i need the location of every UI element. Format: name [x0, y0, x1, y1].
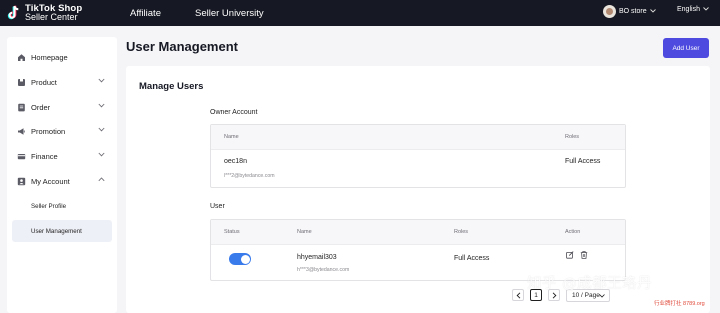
sidebar-item-product[interactable]: Product: [7, 73, 117, 91]
user-icon: [16, 176, 26, 186]
status-toggle[interactable]: [229, 253, 251, 265]
card-title: Manage Users: [139, 81, 204, 92]
language-selector[interactable]: English: [677, 6, 709, 13]
logo-subtitle: Seller Center: [25, 12, 78, 22]
page-title: User Management: [126, 39, 238, 54]
column-header-roles: Roles: [454, 229, 469, 235]
page-size-value: 10 / Page: [572, 292, 600, 299]
sidebar-item-label: Order: [31, 102, 51, 112]
watermark-text: 知乎 @成都王珞丹: [527, 276, 653, 292]
order-icon: [16, 102, 26, 112]
home-icon: [16, 52, 26, 62]
chevron-down-icon: [649, 8, 656, 15]
sidebar-item-finance[interactable]: Finance: [7, 147, 117, 165]
store-avatar: [603, 5, 616, 18]
sidebar-item-label: Finance: [31, 151, 58, 161]
owner-role: Full Access: [565, 158, 601, 165]
column-header-action: Action: [565, 229, 581, 235]
nav-seller-university[interactable]: Seller University: [195, 8, 264, 19]
store-name: BO store: [619, 8, 647, 15]
nav-affiliate[interactable]: Affiliate: [130, 8, 161, 19]
chevron-down-icon: [599, 294, 605, 298]
sidebar-item-label: Promotion: [31, 126, 66, 136]
chevron-down-icon: [98, 78, 105, 83]
sidebar-subitem-seller-profile[interactable]: Seller Profile: [12, 195, 112, 217]
column-header-name: Name: [297, 229, 312, 235]
table-header: Status Name Roles Action: [211, 220, 625, 245]
sidebar-item-label: My Account: [31, 176, 70, 186]
store-switcher[interactable]: BO store: [603, 5, 656, 18]
sidebar-item-my-account[interactable]: My Account: [7, 172, 117, 190]
sidebar-subitem-user-management[interactable]: User Management: [12, 220, 112, 242]
sidebar-item-promotion[interactable]: Promotion: [7, 122, 117, 140]
add-user-button[interactable]: Add User: [663, 38, 709, 58]
column-header-name: Name: [224, 134, 239, 140]
sidebar-item-order[interactable]: Order: [7, 98, 117, 116]
owner-account-label: Owner Account: [210, 109, 258, 116]
chevron-down-icon: [98, 127, 105, 132]
owner-name: oec18n: [224, 158, 247, 165]
column-header-status: Status: [224, 229, 240, 235]
owner-account-table: Name Roles oec18n l***2@bytedance.com Fu…: [210, 124, 626, 188]
language-label: English: [677, 6, 700, 13]
sidebar-item-label: Product: [31, 77, 57, 87]
sidebar-item-homepage[interactable]: Homepage: [7, 48, 117, 66]
chevron-down-icon: [703, 6, 709, 13]
tiktok-logo-icon: [7, 5, 21, 21]
watermark-subtext: 行业牌打社 8789.org: [654, 301, 705, 307]
user-role: Full Access: [454, 255, 490, 262]
user-section-label: User: [210, 203, 225, 210]
chevron-down-icon: [98, 103, 105, 108]
delete-icon[interactable]: [580, 251, 588, 259]
product-icon: [16, 77, 26, 87]
user-name: hhyemail303: [297, 254, 337, 261]
sidebar-item-label: Homepage: [31, 52, 68, 62]
card-icon: [16, 151, 26, 161]
edit-icon[interactable]: [566, 251, 574, 259]
table-header: Name Roles: [211, 125, 625, 150]
top-navigation-bar: TikTok Shop Seller Center Affiliate Sell…: [0, 0, 720, 26]
user-email: h***3@bytedance.com: [297, 267, 350, 273]
owner-email: l***2@bytedance.com: [224, 173, 275, 179]
column-header-roles: Roles: [565, 134, 580, 140]
sidebar: Homepage Product Order Promotion Finance…: [7, 37, 117, 313]
megaphone-icon: [16, 126, 26, 136]
tiktok-shop-logo[interactable]: TikTok Shop Seller Center: [7, 4, 125, 22]
chevron-down-icon: [98, 152, 105, 157]
chevron-up-icon: [98, 177, 105, 182]
prev-page-button[interactable]: [512, 289, 524, 301]
